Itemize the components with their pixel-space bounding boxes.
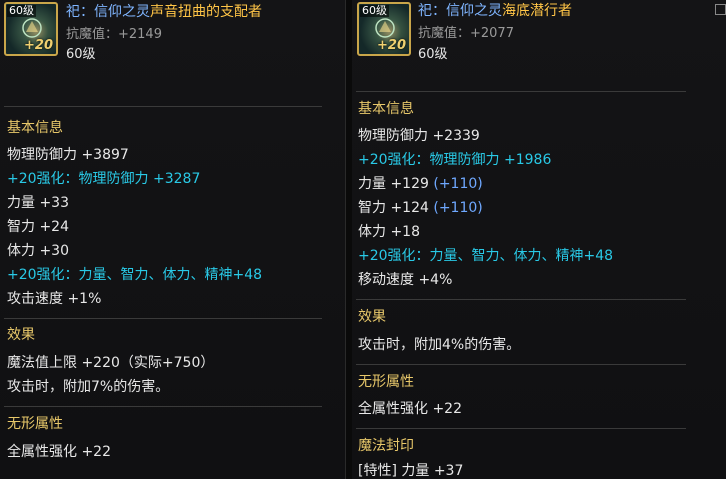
section-header-effect: 效果 (358, 309, 386, 325)
stat-line: 智力 +124 (+110) (358, 199, 483, 217)
item-level: 60级 (418, 47, 448, 62)
section-header-seal: 魔法封印 (358, 438, 414, 454)
formless-line: 全属性强化 +22 (358, 401, 462, 417)
divider (4, 106, 322, 107)
stat-line: 移动速度 +4% (358, 272, 453, 288)
divider (356, 91, 686, 92)
divider (4, 406, 322, 407)
icon-reinforce-tag: +20 (377, 38, 406, 53)
effect-line: 魔法值上限 +220（实际+750） (7, 355, 215, 371)
item-icon-right: 60级 +20 (357, 2, 411, 56)
item-title-name: 海底潜行者 (502, 3, 572, 19)
resist-magic-value: 抗魔值：+2077 (418, 26, 514, 41)
item-compare-tooltips: 60级 +20 祀：信仰之灵声音扭曲的支配者 抗魔值：+2149 60级 基本信… (0, 0, 726, 479)
close-box-icon[interactable] (715, 4, 726, 15)
item-level: 60级 (66, 47, 96, 62)
section-header-formless: 无形属性 (7, 416, 63, 432)
stat-line-reinforce: +20强化：物理防御力 +3287 (7, 171, 201, 187)
spirit-orb-icon (22, 18, 42, 38)
stat-line-reinforce: +20强化：力量、智力、体力、精神+48 (358, 248, 614, 264)
stat-line-reinforce: +20强化：力量、智力、体力、精神+48 (7, 267, 263, 283)
item-title-name: 声音扭曲的支配者 (150, 4, 262, 20)
stat-line: 力量 +33 (7, 195, 69, 211)
item-title: 祀：信仰之灵海底潜行者 (418, 2, 572, 20)
stat-text: 智力 +124 (358, 200, 434, 216)
stat-line-reinforce: +20强化：物理防御力 +1986 (358, 152, 552, 168)
formless-line: 全属性强化 +22 (7, 444, 111, 460)
divider (4, 318, 322, 319)
spirit-orb-icon (375, 18, 395, 38)
divider (356, 364, 686, 365)
item-tooltip-left: 60级 +20 祀：信仰之灵声音扭曲的支配者 抗魔值：+2149 60级 基本信… (0, 0, 346, 479)
section-header-effect: 效果 (7, 327, 35, 343)
section-header-formless: 无形属性 (358, 374, 414, 390)
stat-bonus: (+110) (433, 200, 483, 216)
resist-magic-value: 抗魔值：+2149 (66, 27, 162, 42)
section-header-basic: 基本信息 (7, 120, 63, 136)
item-title: 祀：信仰之灵声音扭曲的支配者 (66, 3, 262, 21)
stat-text: 力量 +129 (358, 176, 434, 192)
section-header-basic: 基本信息 (358, 101, 414, 117)
item-tooltip-right: 60级 +20 祀：信仰之灵海底潜行者 抗魔值：+2077 60级 基本信息 物… (352, 0, 726, 479)
effect-line: 攻击时，附加7%的伤害。 (7, 379, 170, 395)
stat-line: 物理防御力 +2339 (358, 128, 480, 144)
divider (356, 428, 686, 429)
divider (356, 299, 686, 300)
stat-line: 智力 +24 (7, 219, 69, 235)
item-title-prefix: 祀：信仰之灵 (66, 4, 150, 20)
stat-line: 体力 +18 (358, 224, 420, 240)
stat-bonus: (+110) (433, 176, 483, 192)
stat-line: 攻击速度 +1% (7, 291, 102, 307)
icon-reinforce-tag: +20 (24, 38, 53, 53)
seal-line: [特性] 力量 +37 (358, 463, 464, 479)
item-icon-left: 60级 +20 (4, 2, 58, 56)
stat-line: 物理防御力 +3897 (7, 147, 129, 163)
stat-line: 体力 +30 (7, 243, 69, 259)
item-title-prefix: 祀：信仰之灵 (418, 3, 502, 19)
stat-line: 力量 +129 (+110) (358, 175, 483, 193)
effect-line: 攻击时，附加4%的伤害。 (358, 337, 521, 353)
